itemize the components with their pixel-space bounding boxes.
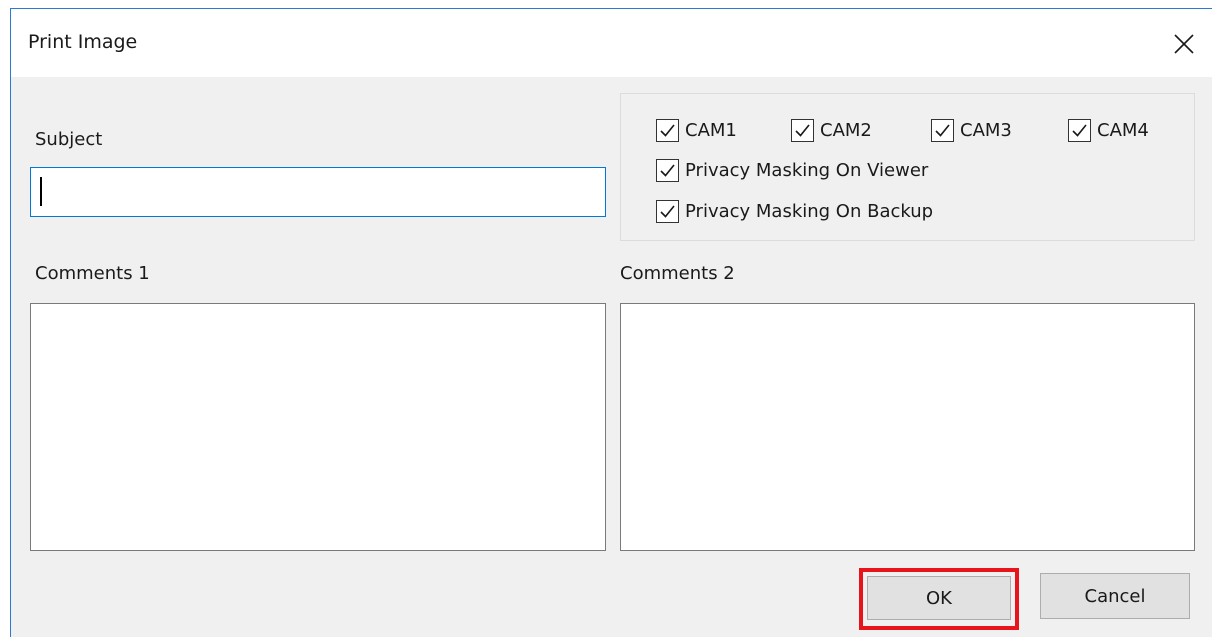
checkmark-icon	[660, 205, 675, 218]
cam4-checkbox[interactable]: CAM4	[1068, 119, 1149, 142]
dialog-title: Print Image	[28, 31, 138, 53]
checkmark-icon	[660, 164, 675, 177]
privacy-backup-label: Privacy Masking On Backup	[685, 201, 934, 222]
cam2-checkbox-box[interactable]	[791, 119, 814, 142]
cam3-checkbox[interactable]: CAM3	[931, 119, 1012, 142]
cam2-label: CAM2	[820, 120, 872, 141]
comments2-label: Comments 2	[620, 263, 735, 284]
text-caret	[40, 177, 42, 206]
close-icon	[1174, 34, 1194, 54]
cam3-label: CAM3	[960, 120, 1012, 141]
cam3-checkbox-box[interactable]	[931, 119, 954, 142]
subject-label: Subject	[35, 129, 103, 150]
checkmark-icon	[1072, 124, 1087, 137]
privacy-viewer-checkbox-box[interactable]	[656, 159, 679, 182]
ok-button[interactable]: OK	[867, 576, 1011, 620]
cam1-checkbox-box[interactable]	[656, 119, 679, 142]
subject-input[interactable]	[30, 167, 606, 217]
cam1-label: CAM1	[685, 120, 737, 141]
checkmark-icon	[935, 124, 950, 137]
privacy-viewer-checkbox[interactable]: Privacy Masking On Viewer	[656, 159, 928, 182]
cam4-checkbox-box[interactable]	[1068, 119, 1091, 142]
privacy-backup-checkbox[interactable]: Privacy Masking On Backup	[656, 200, 933, 223]
comments2-textarea[interactable]	[620, 303, 1195, 551]
title-bar: Print Image	[11, 9, 1212, 77]
comments1-label: Comments 1	[35, 263, 150, 284]
print-image-dialog: Print Image Subject CAM1 CAM2 CAM3 CAM4 …	[10, 8, 1212, 637]
cam2-checkbox[interactable]: CAM2	[791, 119, 872, 142]
privacy-backup-checkbox-box[interactable]	[656, 200, 679, 223]
close-button[interactable]	[1171, 31, 1197, 57]
checkmark-icon	[660, 124, 675, 137]
privacy-viewer-label: Privacy Masking On Viewer	[685, 160, 929, 181]
cancel-button[interactable]: Cancel	[1040, 573, 1190, 619]
cam1-checkbox[interactable]: CAM1	[656, 119, 737, 142]
comments1-textarea[interactable]	[30, 303, 606, 551]
cam4-label: CAM4	[1097, 120, 1149, 141]
checkmark-icon	[795, 124, 810, 137]
options-group: CAM1 CAM2 CAM3 CAM4 Privacy Masking On V	[620, 93, 1195, 241]
